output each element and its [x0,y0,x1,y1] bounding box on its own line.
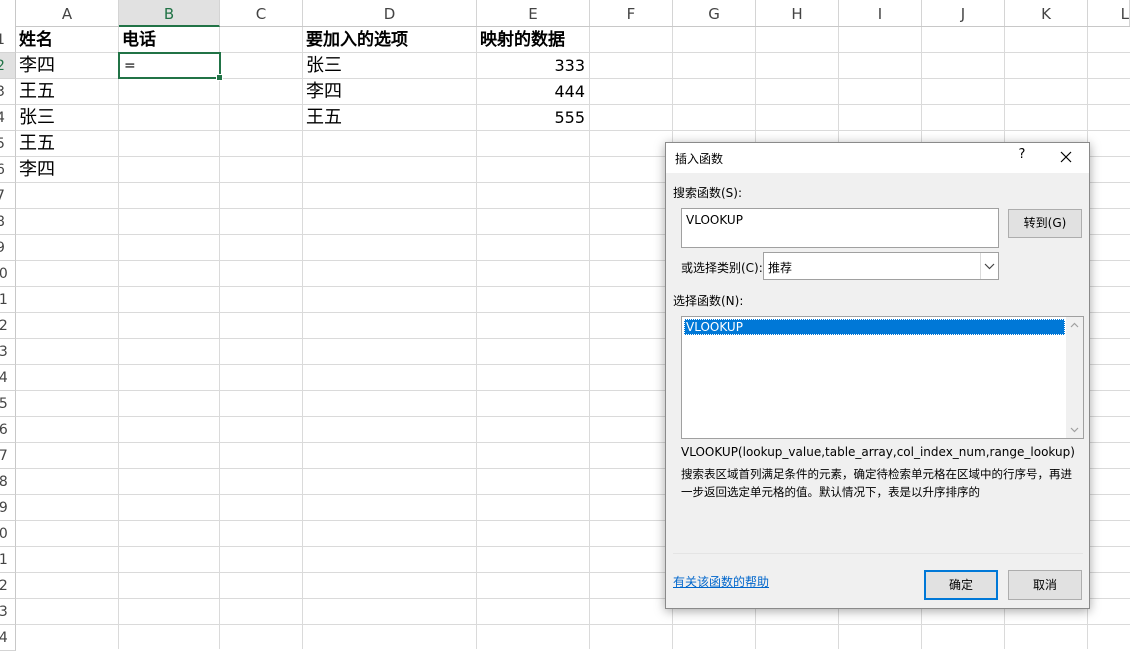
cell-e1[interactable]: 映射的数据 [477,27,589,53]
category-select[interactable]: 推荐 [763,252,999,280]
cell-a2[interactable]: 李四 [16,53,118,79]
column-header-j[interactable]: J [922,0,1005,26]
insert-function-dialog: 插入函数 ? 搜索函数(S): 转到(G) 或选择类别(C): 推荐 选择函数(… [665,142,1090,609]
select-function-label: 选择函数(N): [673,294,744,308]
close-icon[interactable] [1055,146,1077,168]
goto-button[interactable]: 转到(G) [1008,209,1082,238]
cell-d3[interactable]: 李四 [303,79,476,105]
function-signature: VLOOKUP(lookup_value,table_array,col_ind… [681,445,1075,459]
row-header-8[interactable]: 8 [0,209,16,235]
cell-a3[interactable]: 王五 [16,79,118,105]
column-header-l[interactable]: L [1088,0,1130,26]
row-header-24[interactable]: 24 [0,625,16,651]
column-header-i[interactable]: I [839,0,922,26]
row-header-5[interactable]: 5 [0,131,16,157]
cell-a6[interactable]: 李四 [16,157,118,183]
function-list-item[interactable]: VLOOKUP [684,319,1065,335]
search-function-label: 搜索函数(S): [673,186,743,200]
category-value: 推荐 [768,261,793,275]
category-label: 或选择类别(C): [681,261,763,275]
dialog-title: 插入函数 [675,152,724,166]
row-header-6[interactable]: 6 [0,157,16,183]
column-header-c[interactable]: C [220,0,303,26]
column-header-k[interactable]: K [1005,0,1088,26]
cell-d4[interactable]: 王五 [303,105,476,131]
row-header-2[interactable]: 2 [0,53,16,79]
column-header-a[interactable]: A [16,0,119,26]
help-icon[interactable]: ? [1015,147,1029,167]
column-header-h[interactable]: H [756,0,839,26]
fill-handle[interactable] [216,74,223,81]
row-header-9[interactable]: 9 [0,235,16,261]
row-header-1[interactable]: 1 [0,27,16,53]
function-help-link[interactable]: 有关该函数的帮助 [673,573,769,590]
row-header-22[interactable]: 22 [0,573,16,599]
cell-a5[interactable]: 王五 [16,131,118,157]
column-header-e[interactable]: E [477,0,590,26]
row-header-18[interactable]: 18 [0,469,16,495]
dialog-titlebar[interactable]: 插入函数 ? [666,143,1089,173]
column-header-f[interactable]: F [590,0,673,26]
row-header-10[interactable]: 10 [0,261,16,287]
row-header-16[interactable]: 16 [0,417,16,443]
row-header-23[interactable]: 23 [0,599,16,625]
function-description: 搜索表区域首列满足条件的元素，确定待检索单元格在区域中的行序号，再进一步返回选定… [681,467,1072,499]
chevron-down-icon[interactable] [980,253,998,279]
row-header-11[interactable]: 11 [0,287,16,313]
scroll-up-icon[interactable] [1066,317,1083,334]
select-all-corner[interactable] [0,0,16,27]
ok-button[interactable]: 确定 [924,570,998,600]
grid-line [16,624,1130,625]
scroll-down-icon[interactable] [1066,421,1083,438]
divider [673,553,1083,554]
row-header-7[interactable]: 7 [0,183,16,209]
row-header-17[interactable]: 17 [0,443,16,469]
cell-edit-text: = [124,58,136,74]
row-header-13[interactable]: 13 [0,339,16,365]
row-header-15[interactable]: 15 [0,391,16,417]
row-header-20[interactable]: 20 [0,521,16,547]
cancel-button[interactable]: 取消 [1008,570,1082,600]
function-list[interactable]: VLOOKUP [681,316,1084,439]
row-header-19[interactable]: 19 [0,495,16,521]
column-header-b[interactable]: B [119,0,220,27]
row-header-21[interactable]: 21 [0,547,16,573]
column-header-g[interactable]: G [673,0,756,26]
cell-d1[interactable]: 要加入的选项 [303,27,476,53]
cell-e2[interactable]: 333 [477,53,589,79]
row-header-3[interactable]: 3 [0,79,16,105]
cell-d2[interactable]: 张三 [303,53,476,79]
list-scrollbar[interactable] [1066,317,1083,438]
cell-b1[interactable]: 电话 [119,27,219,53]
column-header-d[interactable]: D [303,0,477,26]
search-function-input[interactable] [681,208,999,248]
active-cell-b2[interactable]: = [118,52,223,81]
row-header-4[interactable]: 4 [0,105,16,131]
cell-e4[interactable]: 555 [477,105,589,131]
cell-a4[interactable]: 张三 [16,105,118,131]
cell-e3[interactable]: 444 [477,79,589,105]
row-header-12[interactable]: 12 [0,313,16,339]
row-header-14[interactable]: 14 [0,365,16,391]
cell-a1[interactable]: 姓名 [16,27,118,53]
